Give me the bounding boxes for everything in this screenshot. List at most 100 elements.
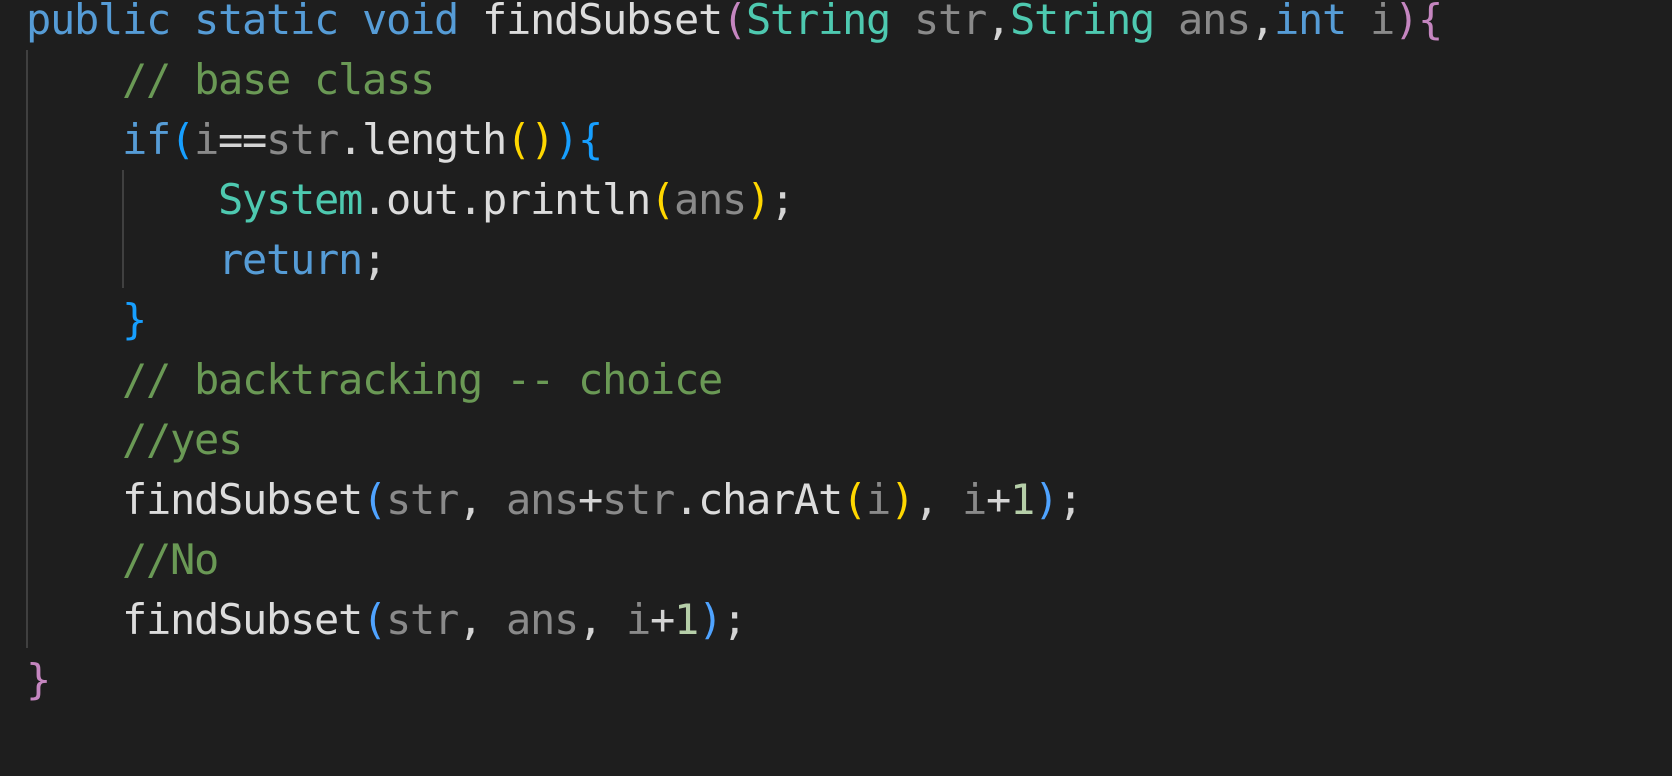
code-line[interactable]: System.out.println(ans);: [26, 168, 795, 232]
code-token: ): [1394, 0, 1419, 44]
code-token: String: [746, 0, 891, 44]
code-token: public: [26, 0, 171, 44]
code-token: (: [362, 475, 387, 524]
code-token: str: [914, 0, 987, 44]
code-token: ,: [578, 595, 626, 644]
code-token: .: [458, 175, 483, 224]
code-token: (): [506, 115, 555, 164]
code-token: static: [194, 0, 339, 44]
code-token: out: [386, 175, 459, 224]
code-token: ;: [362, 235, 387, 284]
code-token: ans: [506, 475, 579, 524]
code-token: ): [746, 175, 771, 224]
code-editor[interactable]: public static void findSubset(String str…: [0, 0, 1672, 776]
code-token: // backtracking -- choice: [122, 355, 723, 404]
code-token: .: [338, 115, 363, 164]
code-token: i: [962, 475, 987, 524]
code-token: ,: [914, 475, 962, 524]
code-token: +: [650, 595, 675, 644]
code-line[interactable]: if(i==str.length()){: [26, 108, 603, 172]
code-line[interactable]: return;: [26, 228, 387, 292]
code-token: (: [842, 475, 867, 524]
code-line[interactable]: //yes: [26, 408, 243, 472]
code-token: ,: [986, 0, 1011, 44]
code-token: ): [554, 115, 579, 164]
code-token: findSubset: [122, 475, 363, 524]
code-token: i: [866, 475, 891, 524]
code-token: 1: [1010, 475, 1035, 524]
code-token: i: [626, 595, 651, 644]
code-token: i: [194, 115, 219, 164]
code-token: +: [986, 475, 1011, 524]
code-line[interactable]: // base class: [26, 48, 435, 112]
code-token: i: [1370, 0, 1395, 44]
code-token: (: [722, 0, 747, 44]
code-token: ;: [1058, 475, 1083, 524]
code-token: str: [386, 595, 459, 644]
code-line[interactable]: //No: [26, 528, 219, 592]
code-token: ): [698, 595, 723, 644]
code-token: ;: [722, 595, 747, 644]
code-token: length: [362, 115, 507, 164]
code-token: ans: [1178, 0, 1251, 44]
code-line[interactable]: findSubset(str, ans, i+1);: [26, 588, 747, 652]
code-token: int: [1274, 0, 1347, 44]
code-token: str: [266, 115, 339, 164]
code-token: ,: [458, 475, 506, 524]
code-token: str: [386, 475, 459, 524]
code-token: void: [362, 0, 459, 44]
code-token: charAt: [698, 475, 843, 524]
code-token: (: [362, 595, 387, 644]
code-token: println: [482, 175, 651, 224]
code-token: if: [122, 115, 171, 164]
code-token: ): [890, 475, 915, 524]
code-line[interactable]: }: [26, 648, 51, 712]
code-line[interactable]: // backtracking -- choice: [26, 348, 723, 412]
code-token: //yes: [122, 415, 243, 464]
code-token: //No: [122, 535, 219, 584]
code-token: {: [578, 115, 603, 164]
code-token: findSubset: [482, 0, 723, 44]
code-token: ans: [674, 175, 747, 224]
code-token: ==: [218, 115, 267, 164]
code-line[interactable]: public static void findSubset(String str…: [26, 0, 1443, 52]
code-token: String: [1010, 0, 1155, 44]
code-token: }: [26, 655, 51, 704]
code-token: str: [602, 475, 675, 524]
code-token: ;: [770, 175, 795, 224]
code-token: ans: [506, 595, 579, 644]
code-token: +: [578, 475, 603, 524]
code-token: }: [122, 295, 147, 344]
code-token: // base class: [122, 55, 435, 104]
code-token: (: [650, 175, 675, 224]
code-token: return: [218, 235, 363, 284]
code-token: ,: [1250, 0, 1275, 44]
code-token: 1: [674, 595, 699, 644]
code-token: {: [1418, 0, 1443, 44]
code-token: ,: [458, 595, 506, 644]
code-line[interactable]: }: [26, 288, 147, 352]
code-token: .: [362, 175, 387, 224]
code-token: findSubset: [122, 595, 363, 644]
code-token: (: [170, 115, 195, 164]
code-token: .: [674, 475, 699, 524]
code-token: System: [218, 175, 363, 224]
code-line[interactable]: findSubset(str, ans+str.charAt(i), i+1);: [26, 468, 1083, 532]
code-token: ): [1034, 475, 1059, 524]
